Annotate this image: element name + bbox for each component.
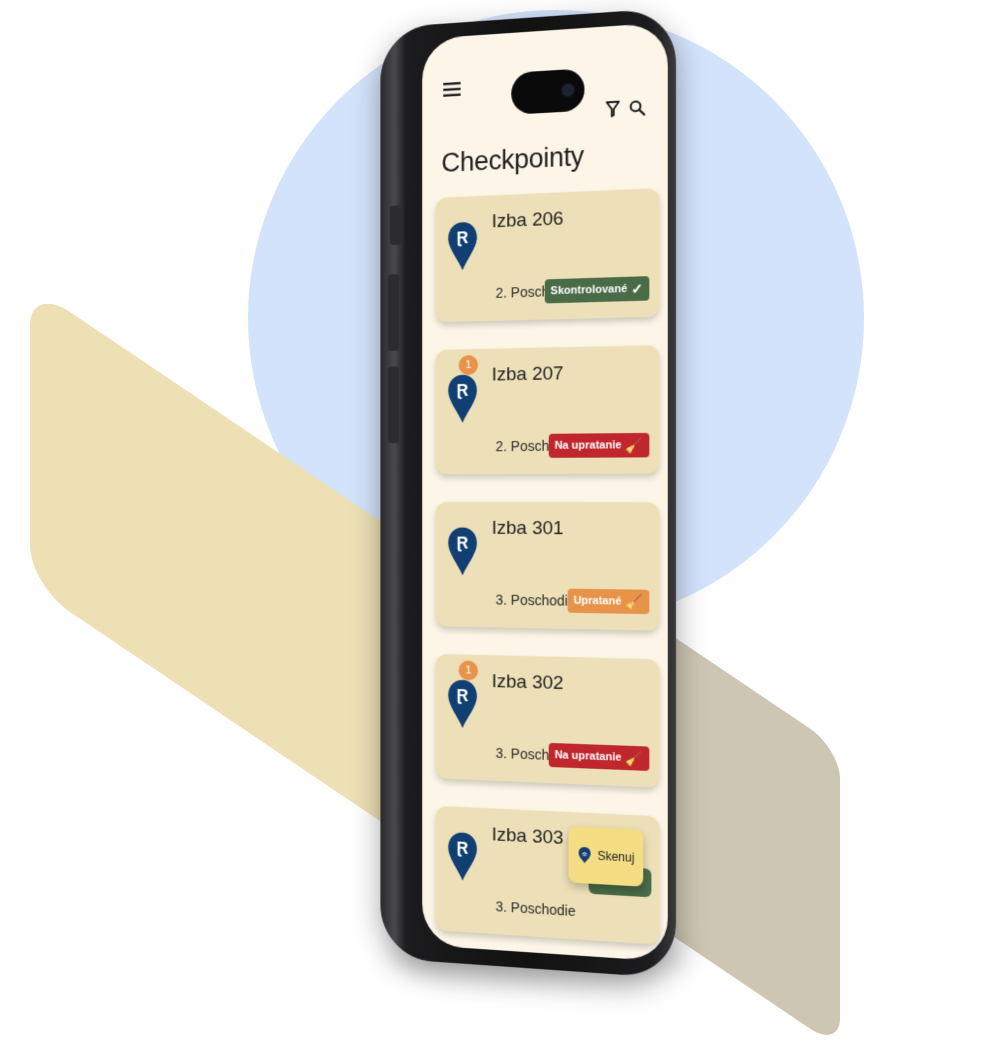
status-label: Upratané [573, 594, 622, 608]
room-name: Izba 206 [491, 208, 564, 233]
status-badge: Na upratanie 🧹 [548, 432, 650, 458]
location-pin-icon: Ɽ [445, 526, 480, 588]
phone-mockup: Checkpointy Ɽ Izba 206 2. Poschodie Skon… [380, 7, 676, 979]
floor-label: 3. Poschodie [495, 591, 576, 609]
mute-switch [389, 205, 402, 246]
cleaning-needed-icon: 🧹 [625, 436, 644, 453]
status-badge: Upratané 🧹 [567, 588, 650, 615]
page-title: Checkpointy [441, 140, 584, 178]
room-name: Izba 303 [491, 824, 564, 850]
scan-button-label: Skenuj [597, 848, 635, 865]
room-name: Izba 302 [491, 671, 564, 695]
volume-down-button [387, 366, 400, 444]
status-label: Na upratanie [554, 749, 622, 764]
menu-icon[interactable] [441, 78, 462, 101]
location-pin-icon: Ɽ [445, 830, 480, 893]
camera-lens [561, 83, 575, 97]
cleaning-needed-icon: 🧹 [625, 749, 644, 767]
notification-badge: 1 [458, 660, 479, 681]
status-label: Na upratanie [554, 439, 622, 452]
dynamic-island [511, 68, 585, 115]
nfc-pin-icon [577, 846, 591, 865]
checkpoint-card[interactable]: 1 Ɽ Izba 207 2. Poschodie Na upratanie 🧹 [435, 345, 660, 475]
location-pin-icon: Ɽ [445, 678, 480, 741]
location-pin-icon: Ɽ [445, 220, 480, 283]
checkpoint-card[interactable]: Ɽ Izba 206 2. Poschodie Skontrolované ✓ [435, 188, 660, 323]
room-name: Izba 301 [491, 517, 564, 540]
app-screen: Checkpointy Ɽ Izba 206 2. Poschodie Skon… [422, 22, 668, 962]
status-badge: Na upratanie 🧹 [548, 742, 650, 771]
floor-label: 3. Poschodie [495, 898, 576, 920]
status-label: Skontrolované [550, 282, 628, 298]
search-icon[interactable] [627, 97, 647, 118]
scan-button[interactable]: Skenuj [568, 826, 644, 887]
status-badge: Skontrolované ✓ [544, 276, 650, 304]
checkpoint-card[interactable]: 1 Ɽ Izba 302 3. Poschodie Na upratanie 🧹 [435, 653, 660, 788]
check-icon: ✓ [631, 279, 644, 297]
volume-up-button [387, 274, 400, 351]
broom-icon: 🧹 [625, 592, 644, 610]
filter-icon[interactable] [603, 98, 623, 119]
room-name: Izba 207 [491, 363, 564, 386]
location-pin-icon: Ɽ [445, 373, 480, 435]
checkpoint-card[interactable]: Ɽ Izba 301 3. Poschodie Upratané 🧹 [435, 501, 660, 631]
